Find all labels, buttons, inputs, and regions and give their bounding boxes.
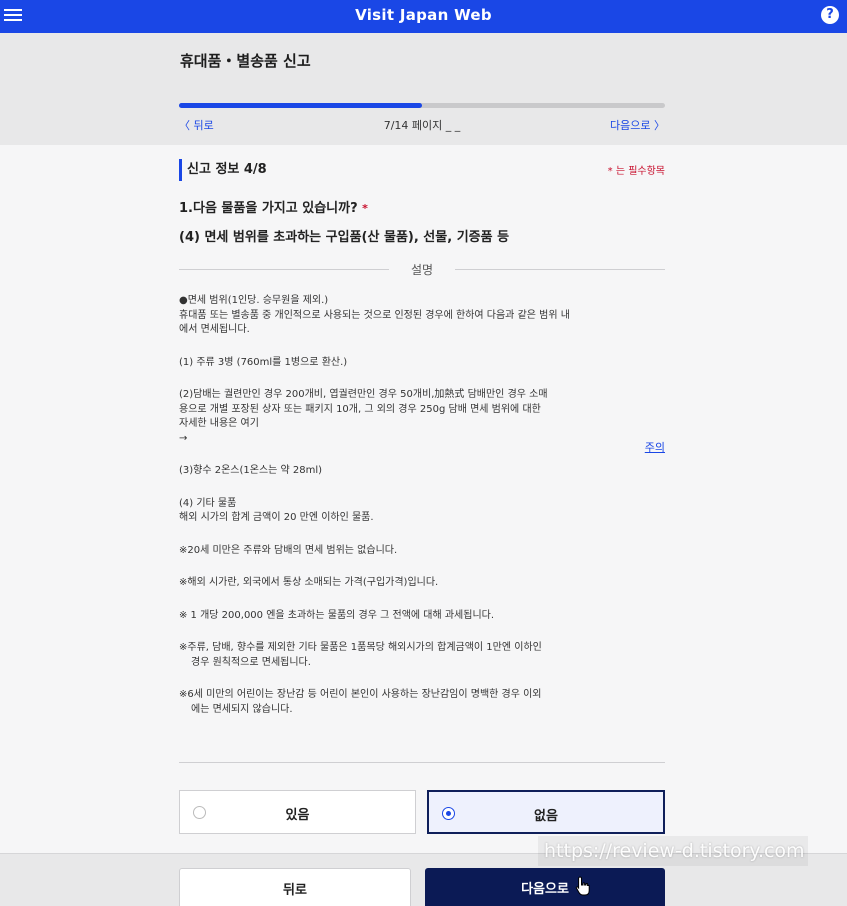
desc-line: ※20세 미만은 주류와 담배의 면세 범위는 없습니다. <box>179 544 398 556</box>
back-button[interactable]: 뒤로 <box>179 868 411 906</box>
option-no-label: 없음 <box>534 809 558 824</box>
desc-line: (3)향수 2온스(1온스는 약 28ml) <box>179 465 323 476</box>
desc-line: (2)담배는 궐련만인 경우 200개비, 엽궐련만인 경우 50개비,加熱式 … <box>179 389 548 400</box>
page-title: 휴대품・별송품 신고 <box>180 52 311 70</box>
question-1-text: 1.다음 물품을 가지고 있습니까? <box>179 201 358 216</box>
option-yes[interactable]: 있음 <box>179 790 416 834</box>
desc-line: ※해외 시가란, 외국에서 통상 소매되는 가격(구입가격)입니다. <box>179 577 439 588</box>
option-yes-label: 있음 <box>285 808 310 823</box>
desc-line: 해외 시가의 합계 금액이 20 만엔 이하인 물품. <box>179 512 374 523</box>
help-icon[interactable]: ? <box>821 6 839 24</box>
desc-paragraph: (1) 주류 3병 (760ml를 1병으로 환산.) <box>179 356 665 371</box>
top-app-bar: Visit Japan Web ? <box>0 0 847 33</box>
desc-line: 경우 원칙적으로 면세됩니다. <box>191 656 311 668</box>
divider <box>179 762 665 763</box>
desc-paragraph: ※ 1 개당 200,000 엔을 초과하는 물품의 경우 그 전액에 대해 과… <box>179 609 665 624</box>
question-2: (4) 면세 범위를 초과하는 구입품(산 물품), 선물, 기증품 등 <box>179 230 510 245</box>
watermark-text: https://review-d.tistory.com <box>538 836 808 866</box>
desc-paragraph: ※6세 미만의 어린이는 장난감 등 어린이 본인이 사용하는 장난감임이 명백… <box>179 688 665 717</box>
nav-next-link[interactable]: 다음으로 〉 <box>610 117 665 133</box>
desc-paragraph: ※주류, 담배, 향수를 제외한 기타 물품은 1품목당 해외시가의 합계금액이… <box>179 641 665 670</box>
app-title: Visit Japan Web <box>355 6 492 24</box>
desc-line: 용으로 개별 포장된 상자 또는 패키지 10개, 그 외의 경우 250g 담… <box>179 403 541 415</box>
desc-paragraph: ●면세 범위(1인당. 승무원을 제외.) 휴대품 또는 별송품 중 개인적으로… <box>179 294 665 338</box>
desc-line: ※주류, 담배, 향수를 제외한 기타 물품은 1품목당 해외시가의 합계금액이… <box>179 642 542 653</box>
desc-line: 휴대품 또는 별송품 중 개인적으로 사용되는 것으로 인정된 경우에 한하여 … <box>179 309 570 321</box>
desc-line: 에서 면세됩니다. <box>179 324 250 335</box>
progress-bar <box>179 103 665 108</box>
desc-line: ●면세 범위(1인당. 승무원을 제외.) <box>179 295 329 306</box>
form-content: 신고 정보 4/8 * 는 필수항목 1.다음 물품을 가지고 있습니까? * … <box>0 145 847 853</box>
next-button[interactable]: 다음으로 <box>425 868 665 906</box>
caution-link[interactable]: 주의 <box>645 439 665 455</box>
hand-cursor-icon <box>575 876 590 896</box>
desc-paragraph: (3)향수 2온스(1온스는 약 28ml) <box>179 464 665 479</box>
question-1: 1.다음 물품을 가지고 있습니까? * <box>179 197 368 216</box>
desc-line: ※ 1 개당 200,000 엔을 초과하는 물품의 경우 그 전액에 대해 과… <box>179 609 495 621</box>
description-text: ●면세 범위(1인당. 승무원을 제외.) 휴대품 또는 별송품 중 개인적으로… <box>179 294 665 735</box>
desc-line: (4) 기타 물품 <box>179 497 237 509</box>
desc-paragraph: (4) 기타 물품 해외 시가의 합계 금액이 20 만엔 이하인 물품. <box>179 497 665 526</box>
divider-line-right <box>455 269 665 270</box>
progress-bar-fill <box>179 103 422 108</box>
desc-line: ※6세 미만의 어린이는 장난감 등 어린이 본인이 사용하는 장난감임이 명백… <box>179 689 542 700</box>
desc-line: (1) 주류 3병 (760ml를 1병으로 환산.) <box>179 356 348 368</box>
desc-line: 에는 면세되지 않습니다. <box>191 703 293 715</box>
desc-paragraph: ※해외 시가란, 외국에서 통상 소매되는 가격(구입가격)입니다. <box>179 576 665 591</box>
required-star: * <box>362 202 368 215</box>
desc-paragraph: ※20세 미만은 주류와 담배의 면세 범위는 없습니다. <box>179 544 665 559</box>
desc-paragraph: (2)담배는 궐련만인 경우 200개비, 엽궐련만인 경우 50개비,加熱式 … <box>179 388 665 446</box>
section-title: 신고 정보 4/8 <box>179 159 267 181</box>
description-divider: 설명 <box>179 261 665 277</box>
desc-line: 자세한 내용은 여기 <box>179 418 259 429</box>
arrow-icon: → <box>179 432 188 444</box>
page-nav: 〈 뒤로 7/14 페이지 _ _ 다음으로 〉 <box>179 117 665 133</box>
page-header: 휴대품・별송품 신고 〈 뒤로 7/14 페이지 _ _ 다음으로 〉 <box>0 33 847 145</box>
page-indicator: 7/14 페이지 _ _ <box>383 119 461 132</box>
required-note: * 는 필수항목 <box>607 166 665 177</box>
option-no[interactable]: 없음 <box>427 790 665 834</box>
